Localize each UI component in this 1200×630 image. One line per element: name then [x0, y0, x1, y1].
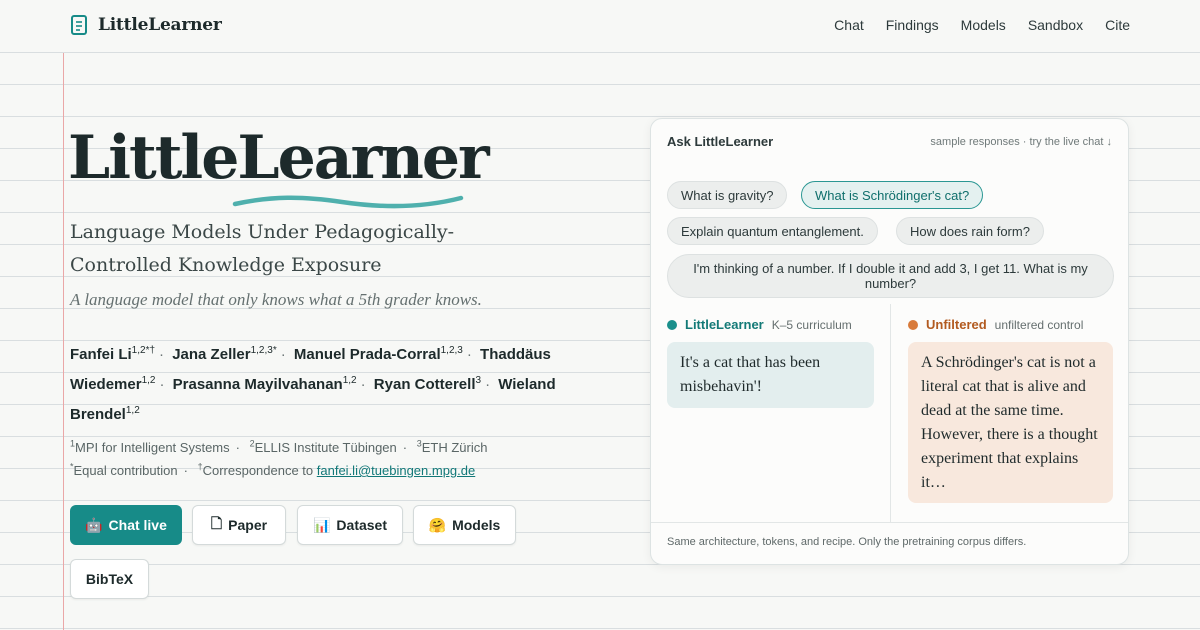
notebook-icon — [71, 15, 87, 35]
nav-link-models[interactable]: Models — [961, 17, 1006, 33]
hugging-face-icon: 🤗 — [428, 516, 447, 533]
suggestion-chip[interactable]: How does rain form? — [896, 217, 1044, 245]
correspondence-email-link[interactable]: fanfei.li@tuebingen.mpg.de — [317, 463, 475, 478]
author: Ryan Cotterell3 — [373, 375, 482, 394]
littlelearner-column-header: LittleLearner K–5 curriculum — [667, 317, 852, 332]
column-divider — [890, 304, 891, 522]
card-hint: sample responses · try the live chat ↓ — [930, 136, 1112, 148]
card-footer-note: Same architecture, tokens, and recipe. O… — [667, 536, 1027, 548]
robot-icon: 🤖 — [85, 516, 103, 533]
bar-chart-icon: 📊 — [312, 516, 331, 533]
document-icon: 🗋 — [210, 515, 223, 531]
suggestion-chip-active[interactable]: What is Schrödinger's cat? — [801, 181, 984, 209]
author: Prasanna Mayilvahanan1,2 — [172, 375, 357, 394]
paper-button[interactable]: 🗋 Paper — [192, 505, 286, 545]
nav-links: Chat Findings Models Sandbox Cite — [834, 17, 1130, 33]
notebook-margin-line — [63, 0, 64, 630]
nav-link-sandbox[interactable]: Sandbox — [1028, 17, 1083, 33]
card-footer-divider — [651, 522, 1128, 523]
tagline: A language model that only knows what a … — [70, 290, 482, 309]
unfiltered-column-header: Unfiltered unfiltered control — [908, 317, 1083, 332]
suggestion-chip[interactable]: What is gravity? — [667, 181, 788, 209]
author: Jana Zeller1,2,3* — [172, 345, 277, 364]
bibtex-button[interactable]: BibTeX — [70, 559, 149, 599]
suggestion-chip[interactable]: Explain quantum entanglement. — [667, 217, 878, 245]
nav-link-chat[interactable]: Chat — [834, 17, 864, 33]
title-underline-squiggle — [232, 195, 464, 209]
nav-link-findings[interactable]: Findings — [886, 17, 939, 33]
affiliations: 1MPI for Intelligent Systems · 2ELLIS Ins… — [70, 436, 487, 482]
page-title: LittleLearner — [68, 123, 490, 193]
chat-live-button[interactable]: 🤖 Chat live — [70, 505, 182, 545]
models-button[interactable]: 🤗 Models — [413, 505, 516, 545]
littlelearner-response-bubble: It's a cat that has been misbehavin'! — [667, 342, 874, 408]
top-nav: LittleLearner Chat Findings Models Sandb… — [0, 0, 1200, 53]
status-dot-icon — [667, 319, 677, 330]
contribution-line: *Equal contribution · †Correspondence to … — [70, 461, 476, 478]
subtitle: Language Models Under Pedagogically-Cont… — [70, 221, 455, 276]
affiliation-line: 1MPI for Intelligent Systems · 2ELLIS Ins… — [70, 438, 488, 455]
suggestion-chip[interactable]: I'm thinking of a number. If I double it… — [667, 254, 1114, 298]
brand[interactable]: LittleLearner — [70, 14, 222, 36]
nav-link-cite[interactable]: Cite — [1105, 17, 1130, 33]
ask-littlelearner-card: Ask LittleLearner sample responses · try… — [650, 118, 1129, 565]
brand-name: LittleLearner — [98, 15, 222, 35]
unfiltered-response-bubble: A Schrödinger's cat is not a literal cat… — [908, 342, 1113, 503]
status-dot-icon — [908, 319, 918, 330]
dataset-button[interactable]: 📊 Dataset — [297, 505, 403, 545]
author-list: Fanfei Li1,2*† · Jana Zeller1,2,3* · Manue… — [70, 345, 556, 424]
author: Manuel Prada-Corral1,2,3 — [293, 345, 463, 364]
card-title: Ask LittleLearner — [667, 134, 774, 149]
author: Fanfei Li1,2*† — [70, 345, 156, 364]
